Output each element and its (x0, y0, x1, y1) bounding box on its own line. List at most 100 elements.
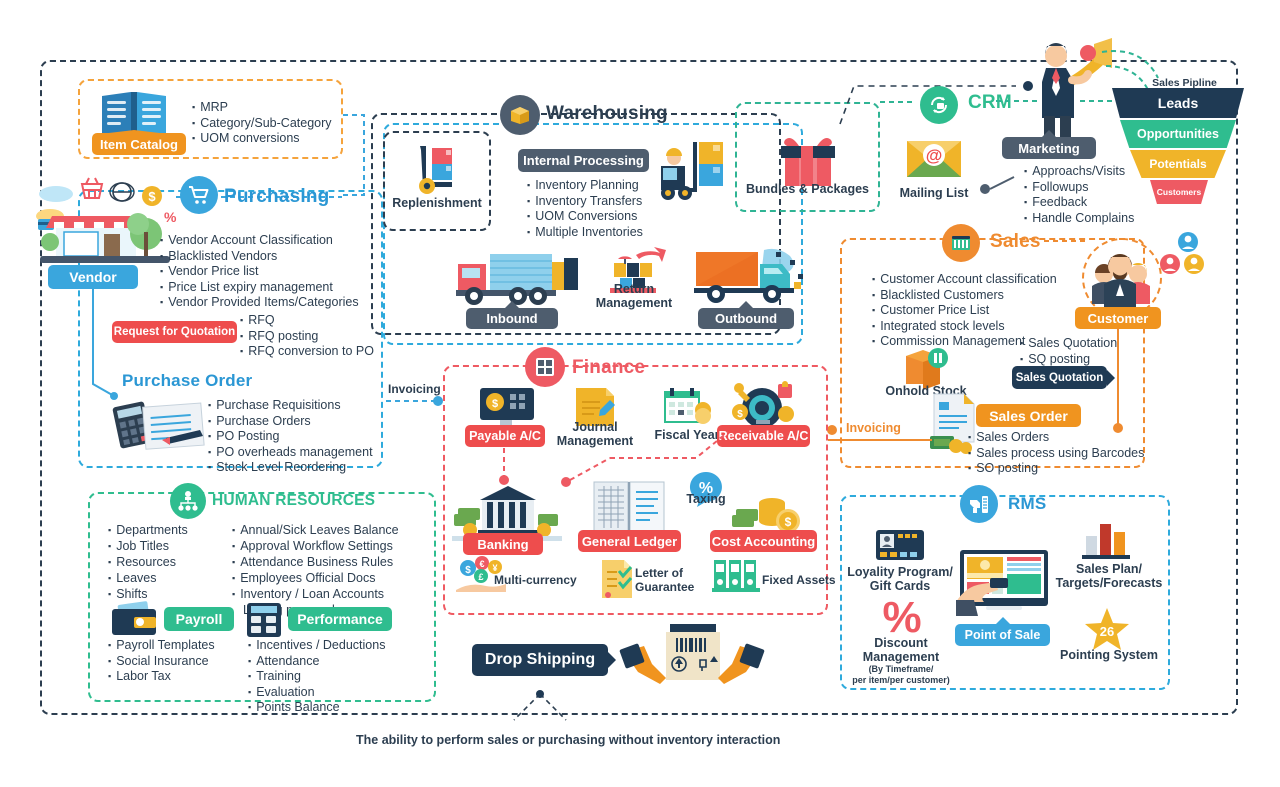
plan-line1: Sales Plan/ (1075, 562, 1142, 576)
svg-text:$: $ (785, 515, 792, 529)
list-item: Sales Orders (968, 430, 1144, 446)
marketing-label[interactable]: Marketing (1002, 130, 1096, 159)
purchasing-bullets: Vendor Account Classification Blackliste… (160, 233, 359, 311)
sales-plan-label: Sales Plan/ Targets/Forecasts (1050, 562, 1168, 590)
funnel-stage-leads[interactable]: Leads (1112, 88, 1244, 118)
purchasing-title: Purchasing (224, 186, 330, 207)
list-item: RFQ posting (240, 329, 374, 345)
list-item: Stock Level Reordering (208, 460, 373, 476)
loyalty-card-icon (876, 530, 924, 560)
journal-line1: Journal (572, 420, 618, 434)
performance-calculator-icon (247, 603, 281, 637)
drop-shipping-label[interactable]: Drop Shipping (472, 644, 616, 676)
rfq-text: Request for Quotation (113, 326, 236, 338)
list-item: Resources (108, 554, 188, 570)
pointing-value: 26 (1100, 624, 1114, 639)
internal-processing-bullets: Inventory Planning Inventory Transfers U… (527, 178, 643, 240)
outbound-text: Outbound (714, 311, 778, 326)
discount-label: Discount Management (845, 636, 957, 664)
pos-text: Point of Sale (964, 628, 1041, 642)
item-catalog-label[interactable]: Item Catalog (92, 133, 186, 155)
pointing-system-label: Pointing System (1060, 648, 1158, 662)
outbound-label[interactable]: Outbound (698, 301, 794, 329)
book-icon (100, 92, 168, 137)
warehousing-title: Warehousing (546, 103, 668, 124)
hr-bullets-left: Departments Job Titles Resources Leaves … (108, 522, 188, 602)
infographic-canvas: Item Catalog MRP Category/Sub-Category U… (0, 0, 1280, 787)
rfq-bullets: RFQ RFQ posting RFQ conversion to PO (240, 313, 374, 360)
list-item: PO overheads management (208, 445, 372, 461)
sales-order-label[interactable]: Sales Order (976, 404, 1081, 427)
letter-line2: Guarantee (635, 580, 695, 594)
discount-sublabel: (By Timeframe/ per item/per customer) (845, 664, 957, 686)
list-item: Handle Complains (1024, 211, 1134, 227)
funnel-stage-opportunities[interactable]: Opportunities (1120, 120, 1236, 148)
svg-text:$: $ (737, 409, 743, 420)
list-item: Customer Account classification (872, 272, 1056, 288)
list-item: Purchase Orders (208, 414, 373, 430)
fixed-assets-icon (712, 560, 760, 592)
list-item: Blacklisted Vendors (160, 249, 359, 265)
funnel-customers-text: Customers (1156, 187, 1202, 197)
list-item: Sales Quotation (1020, 336, 1117, 352)
list-item: Evaluation (248, 685, 385, 701)
drop-shipping-icon (619, 624, 765, 684)
footer-note: The ability to perform sales or purchasi… (356, 733, 781, 747)
list-item: Inventory Transfers (527, 194, 643, 210)
performance-label[interactable]: Performance (288, 607, 392, 631)
hand-truck-icon (419, 146, 452, 194)
general-ledger-label[interactable]: General Ledger (578, 530, 681, 552)
point-of-sale-icon (956, 550, 1048, 616)
list-item: Job Titles (108, 538, 188, 554)
finance-icon (525, 347, 565, 387)
funnel-stage-potentials[interactable]: Potentials (1130, 150, 1226, 178)
list-item: MRP (192, 100, 332, 116)
bundles-label: Bundles & Packages (746, 182, 869, 196)
replenishment-label: Replenishment (392, 196, 482, 210)
payroll-label[interactable]: Payroll (164, 607, 234, 631)
taxing-label: Taxing (686, 492, 726, 506)
sq-text: Sales Quotation (1015, 371, 1104, 384)
inbound-label[interactable]: Inbound (466, 301, 558, 329)
forklift-icon (661, 142, 723, 200)
dropship-pointer (513, 690, 567, 721)
list-item: RFQ conversion to PO (240, 344, 374, 360)
list-item: Points Balance (248, 700, 385, 716)
marketing-text: Marketing (1018, 140, 1080, 156)
connector-bundles-crm (880, 101, 916, 103)
funnel-potentials-text: Potentials (1149, 157, 1207, 171)
pos-label[interactable]: Point of Sale (955, 617, 1050, 646)
customer-group-icon (1092, 254, 1150, 308)
list-item: Approval Workflow Settings (232, 538, 399, 554)
mailing-list-label: Mailing List (899, 186, 969, 200)
hr-icon (170, 483, 206, 519)
sales-quotation-label[interactable]: Sales Quotation (1012, 366, 1115, 389)
vendor-label[interactable]: Vendor (48, 265, 138, 289)
payroll-bullets: Payroll Templates Social Insurance Labor… (108, 638, 214, 685)
letter-guarantee-label: Letter of Guarantee (635, 566, 721, 594)
list-item: SQ posting (1020, 352, 1117, 368)
list-item: RFQ (240, 313, 374, 329)
discount-sub2: per item/per customer) (852, 675, 950, 685)
list-item: Annual/Sick Leaves Balance (232, 522, 398, 538)
customer-avatars (1160, 232, 1204, 274)
internal-processing-label[interactable]: Internal Processing (518, 149, 649, 172)
return-management-label: Return Management (588, 282, 680, 310)
customer-label[interactable]: Customer (1075, 307, 1161, 329)
list-item: UOM Conversions (527, 209, 643, 225)
funnel-opps-text: Opportunities (1137, 127, 1219, 141)
funnel-leads-text: Leads (1157, 95, 1199, 111)
cost-accounting-label[interactable]: Cost Accounting (710, 530, 817, 552)
funnel-stage-customers[interactable]: Customers (1150, 180, 1208, 204)
rms-title: RMS (1008, 494, 1047, 513)
crm-icon (920, 86, 958, 124)
dropship-text: Drop Shipping (484, 651, 596, 668)
purchase-order-bullets: Purchase Requisitions Purchase Orders PO… (208, 398, 373, 476)
list-item: SO posting (968, 461, 1144, 477)
banking-label[interactable]: Banking (463, 533, 543, 555)
svg-text:$: $ (492, 398, 498, 410)
list-item: Integrated stock levels (872, 319, 1057, 335)
request-for-quotation-label[interactable]: Request for Quotation (104, 321, 237, 343)
list-item: Attendance (248, 654, 385, 670)
fiscal-year-icon (664, 388, 711, 424)
